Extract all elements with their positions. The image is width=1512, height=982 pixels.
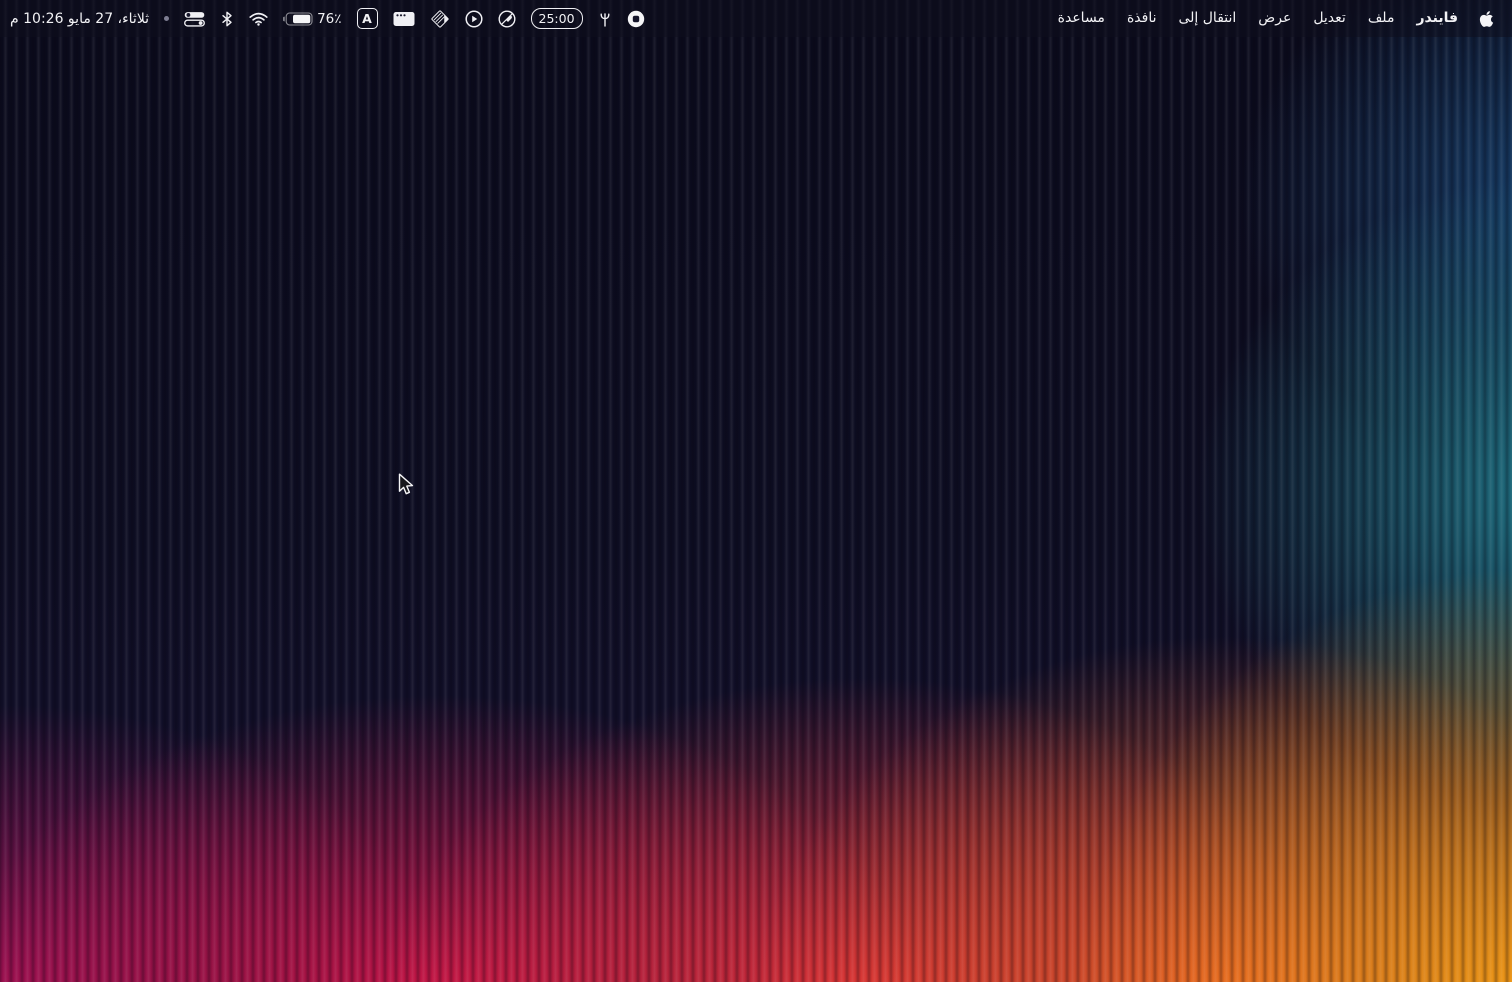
menu-edit[interactable]: تعديل [1302,0,1357,37]
battery-percent-label: 76٪ [317,11,341,27]
control-center-icon[interactable] [184,11,205,27]
sprout-icon[interactable] [598,11,612,27]
menu-file[interactable]: ملف [1357,0,1406,37]
bluetooth-icon[interactable] [220,11,234,27]
menu-view[interactable]: عرض [1247,0,1302,37]
menu-window[interactable]: نافذة [1116,0,1168,37]
clock[interactable]: ثلاثاء، 27 مايو 10:26 م [8,11,149,27]
menu-help[interactable]: مساعدة [1047,0,1116,37]
wifi-icon[interactable] [249,12,268,26]
screenshot-diamond-icon[interactable] [430,9,450,29]
stop-record-icon[interactable] [627,10,645,28]
apple-menu[interactable] [1469,10,1500,28]
input-source-badge[interactable]: A [357,8,378,29]
battery-status[interactable]: 76٪ [283,11,341,27]
menu-go[interactable]: انتقال إلى [1167,0,1247,37]
pomodoro-timer-pill[interactable]: 25:00 [531,8,583,29]
apple-logo-icon [1479,10,1494,28]
menu-bar: فايندر ملف تعديل عرض انتقال إلى نافذة مس… [0,0,1512,37]
keyboard-icon[interactable] [393,11,415,27]
battery-icon [283,12,313,26]
desktop: فايندر ملف تعديل عرض انتقال إلى نافذة مس… [0,0,1512,982]
status-dot [164,16,169,21]
status-area: 25:00 [8,8,645,29]
play-circle-icon[interactable] [465,10,483,28]
app-menus: فايندر ملف تعديل عرض انتقال إلى نافذة مس… [1047,0,1500,37]
rocket-icon[interactable] [498,10,516,28]
wallpaper [0,0,1512,982]
menu-finder[interactable]: فايندر [1405,0,1469,37]
